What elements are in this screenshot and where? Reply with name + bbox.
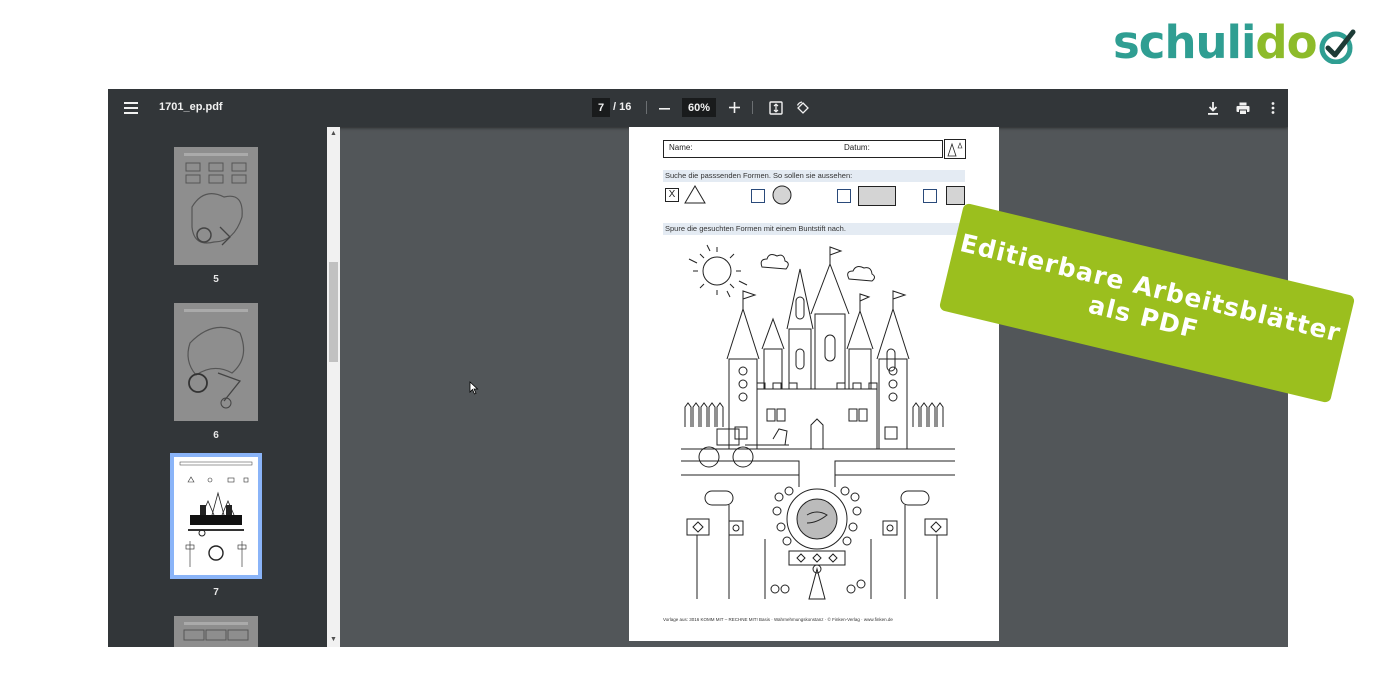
mouse-cursor-icon <box>469 381 479 395</box>
checkbox[interactable] <box>837 189 851 203</box>
name-date-field: Name: Datum: <box>663 140 943 158</box>
logo-text-part1: schuli <box>1113 16 1256 69</box>
worksheet-footer: Vorlage aus: 3016 KOMM MIT – RECHNE MIT!… <box>663 617 893 622</box>
page-number-input[interactable]: 7 <box>592 98 610 117</box>
plus-icon <box>728 101 740 113</box>
zoom-in-button[interactable] <box>725 98 743 116</box>
schulido-logo: schulido <box>1113 20 1357 65</box>
shapes-symbol-icon <box>944 139 966 159</box>
thumbnail-sidebar: 5 6 7 ▲ ▼ <box>108 127 340 647</box>
date-label: Datum: <box>844 143 870 152</box>
thumbnail-label: 7 <box>213 587 219 598</box>
scrollbar-thumb[interactable] <box>329 262 338 362</box>
checkbox-checked[interactable]: X <box>665 188 679 202</box>
viewer-toolbar: 1701_ep.pdf 7 / 16 60% <box>108 89 1288 127</box>
more-actions-button[interactable] <box>1264 99 1282 117</box>
check-circle-icon <box>1319 29 1356 64</box>
zoom-level-input[interactable]: 60% <box>682 98 716 117</box>
toolbar-divider <box>646 101 647 114</box>
circle-shape-icon <box>772 185 792 205</box>
page-total: / 16 <box>613 101 632 113</box>
scroll-up-arrow-icon[interactable]: ▲ <box>327 129 340 139</box>
sidebar-scrollbar[interactable]: ▲ ▼ <box>327 127 340 647</box>
square-shape-icon <box>946 186 965 205</box>
print-icon <box>1236 102 1250 115</box>
fit-to-page-button[interactable] <box>767 99 785 117</box>
thumbnail-label: 6 <box>213 430 219 441</box>
pdf-viewer: 1701_ep.pdf 7 / 16 60% 5 6 7 ▲ ▼ Name: D… <box>108 89 1288 647</box>
fit-to-page-icon <box>769 101 783 115</box>
document-title: 1701_ep.pdf <box>159 101 223 113</box>
task-instruction-1: Suche die passsenden Formen. So sollen s… <box>663 170 965 182</box>
download-button[interactable] <box>1204 99 1222 117</box>
thumbnail-preview <box>174 147 258 265</box>
name-label: Name: <box>669 143 693 152</box>
print-button[interactable] <box>1234 99 1252 117</box>
thumbnail-preview <box>174 616 258 647</box>
thumbnail-preview <box>174 457 258 575</box>
toolbar-divider <box>752 101 753 114</box>
castle-worksheet-illustration <box>681 244 955 600</box>
page-thumbnail-6[interactable] <box>174 303 258 421</box>
minus-icon <box>658 107 670 110</box>
menu-button[interactable] <box>120 98 142 118</box>
logo-text-part2: do <box>1255 16 1317 69</box>
download-icon <box>1208 101 1218 115</box>
more-vert-icon <box>1271 102 1275 114</box>
rotate-button[interactable] <box>794 99 812 117</box>
task-instruction-2: Spure die gesuchten Formen mit einem Bun… <box>663 223 965 235</box>
pdf-page: Name: Datum: Suche die passsenden Formen… <box>629 127 999 641</box>
checkbox[interactable] <box>751 189 765 203</box>
scroll-down-arrow-icon[interactable]: ▼ <box>327 635 340 645</box>
page-thumbnail-7-selected[interactable] <box>170 453 262 579</box>
rotate-icon <box>796 101 809 114</box>
zoom-out-button[interactable] <box>655 99 673 117</box>
page-thumbnail-8[interactable] <box>174 616 258 647</box>
menu-icon <box>124 102 138 114</box>
page-thumbnail-5[interactable] <box>174 147 258 265</box>
logo-wordmark: schulido <box>1113 20 1318 65</box>
checkbox[interactable] <box>923 189 937 203</box>
thumbnail-preview <box>174 303 258 421</box>
thumbnail-label: 5 <box>213 274 219 285</box>
rectangle-shape-icon <box>858 186 896 206</box>
triangle-shape-icon <box>684 185 706 204</box>
